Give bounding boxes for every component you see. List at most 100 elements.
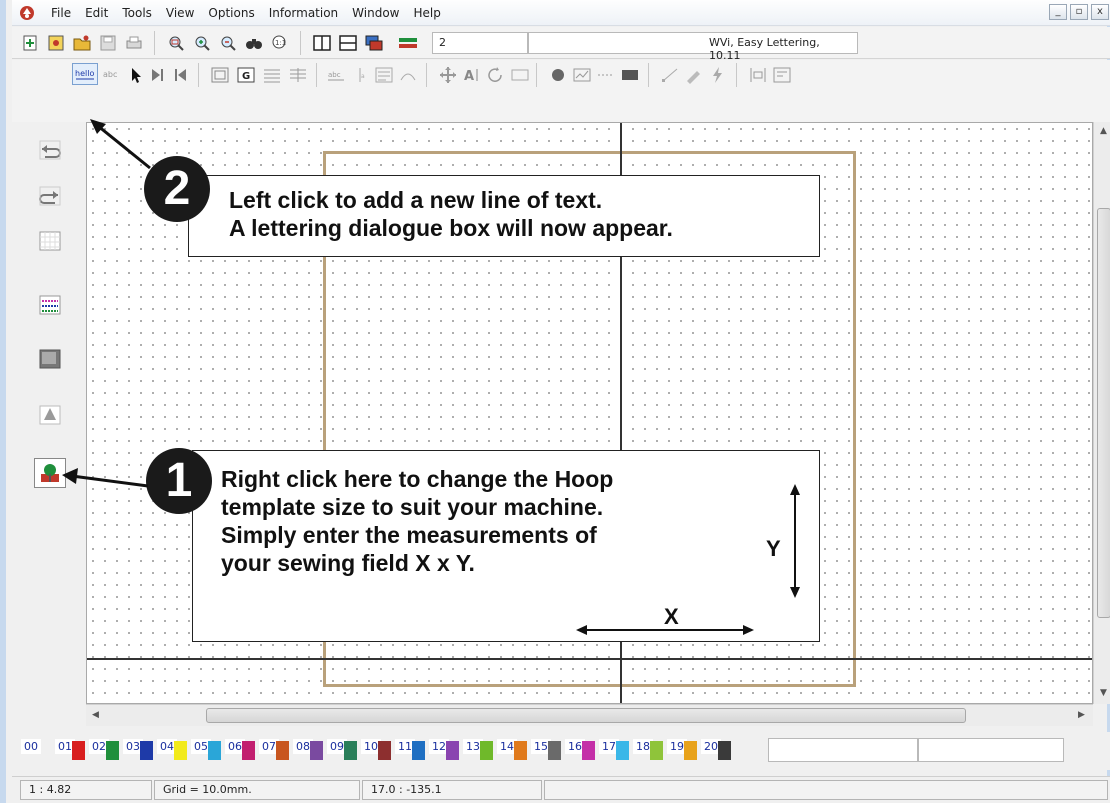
menu-window[interactable]: Window — [345, 6, 406, 20]
open-folder-icon[interactable] — [70, 31, 94, 55]
close-button[interactable]: x — [1091, 4, 1109, 20]
color-swatch-12[interactable]: 12 — [428, 738, 460, 762]
undo-icon[interactable] — [34, 134, 66, 164]
color-swatch-14[interactable]: 14 — [496, 738, 528, 762]
text-vertical-icon[interactable]: a — [348, 63, 372, 87]
zoom-in-icon[interactable] — [190, 31, 214, 55]
zoom-1-1-icon[interactable]: 1:1 — [268, 31, 292, 55]
text-box-icon[interactable] — [508, 63, 532, 87]
fill-block-icon[interactable] — [618, 63, 642, 87]
lightning-icon[interactable] — [706, 63, 730, 87]
menu-options[interactable]: Options — [201, 6, 261, 20]
svg-text:hello: hello — [75, 69, 94, 78]
text-baseline-icon[interactable]: abc — [324, 63, 348, 87]
hoop-bars-icon[interactable] — [396, 31, 420, 55]
scroll-up-icon[interactable]: ▲ — [1100, 126, 1107, 136]
open-design-icon[interactable] — [44, 31, 68, 55]
color-swatch-02[interactable]: 02 — [88, 738, 120, 762]
grid-g-icon[interactable]: G — [234, 63, 258, 87]
color-swatch-20[interactable]: 20 — [700, 738, 732, 762]
cascade-windows-icon[interactable] — [362, 31, 386, 55]
text-arc-icon[interactable] — [396, 63, 420, 87]
color-swatch-04[interactable]: 04 — [156, 738, 188, 762]
minimize-button[interactable]: _ — [1049, 4, 1067, 20]
frame-icon[interactable] — [208, 63, 232, 87]
color-swatch-09[interactable]: 09 — [326, 738, 358, 762]
color-swatch-05[interactable]: 05 — [190, 738, 222, 762]
play-prev-icon[interactable] — [168, 63, 192, 87]
scroll-right-icon[interactable]: ▶ — [1078, 710, 1085, 720]
stitch-simulator-icon[interactable] — [34, 290, 66, 320]
play-next-icon[interactable] — [146, 63, 170, 87]
menu-view[interactable]: View — [159, 6, 201, 20]
horizontal-scrollbar[interactable]: ◀ ▶ — [86, 704, 1093, 726]
grid-toggle-icon[interactable] — [34, 226, 66, 256]
add-text-line-icon[interactable]: hello — [72, 63, 98, 85]
menu-information[interactable]: Information — [262, 6, 345, 20]
hoop-settings-icon[interactable] — [34, 400, 66, 430]
redo-icon[interactable] — [34, 180, 66, 210]
callout-add-text-line1: Left click to add a new line of text. — [229, 187, 603, 213]
record-icon[interactable] — [546, 63, 570, 87]
color-swatch-label: 00 — [21, 739, 41, 754]
scroll-left-icon[interactable]: ◀ — [92, 710, 99, 720]
properties-icon[interactable] — [770, 63, 794, 87]
node-edit-icon[interactable] — [658, 63, 682, 87]
align-icon[interactable] — [746, 63, 770, 87]
view-split-horizontal-icon[interactable] — [336, 31, 360, 55]
edit-text-icon[interactable]: abc — [100, 63, 124, 87]
color-swatch-16[interactable]: 16 — [564, 738, 596, 762]
message-status — [544, 780, 1108, 800]
step-1-badge: 1 — [146, 448, 212, 514]
color-swatch-13[interactable]: 13 — [462, 738, 494, 762]
callout-hoop-size-line3: Simply enter the measurements of — [221, 522, 597, 548]
text-size-icon[interactable]: A — [460, 63, 484, 87]
svg-text:abc: abc — [328, 71, 341, 79]
view-split-vertical-icon[interactable] — [310, 31, 334, 55]
menu-tools[interactable]: Tools — [115, 6, 159, 20]
svg-text:1:1: 1:1 — [275, 39, 286, 47]
color-swatch-01[interactable]: 01 — [54, 738, 86, 762]
binoculars-icon[interactable] — [242, 31, 266, 55]
color-info-field-2 — [918, 738, 1064, 762]
color-swatch-18[interactable]: 18 — [632, 738, 664, 762]
color-swatch-17[interactable]: 17 — [598, 738, 630, 762]
new-file-icon[interactable] — [18, 31, 42, 55]
zoom-out-icon[interactable] — [216, 31, 240, 55]
lines-icon[interactable] — [260, 63, 284, 87]
stitch-count-field: 2 — [432, 32, 528, 54]
stitch-view-icon[interactable] — [570, 63, 594, 87]
menu-file[interactable]: File — [44, 6, 78, 20]
color-swatch-11[interactable]: 11 — [394, 738, 426, 762]
menu-help[interactable]: Help — [407, 6, 448, 20]
color-swatch-08[interactable]: 08 — [292, 738, 324, 762]
color-swatch-10[interactable]: 10 — [360, 738, 392, 762]
connect-line-icon[interactable] — [594, 63, 618, 87]
pen-edit-icon[interactable] — [682, 63, 706, 87]
vertical-scroll-thumb[interactable] — [1097, 208, 1110, 618]
color-swatch-00[interactable]: 00 — [20, 738, 52, 762]
print-icon[interactable] — [122, 31, 146, 55]
color-swatch-15[interactable]: 15 — [530, 738, 562, 762]
scroll-down-icon[interactable]: ▼ — [1100, 688, 1107, 698]
color-chip — [310, 741, 323, 760]
color-swatch-06[interactable]: 06 — [224, 738, 256, 762]
callout-hoop-size-line2: template size to suit your machine. — [221, 494, 604, 520]
menu-edit[interactable]: Edit — [78, 6, 115, 20]
color-swatch-07[interactable]: 07 — [258, 738, 290, 762]
vertical-scrollbar[interactable]: ▲ ▼ — [1093, 122, 1110, 704]
color-swatch-03[interactable]: 03 — [122, 738, 154, 762]
rotate-icon[interactable] — [484, 63, 508, 87]
background-icon[interactable] — [34, 344, 66, 374]
lines-alt-icon[interactable] — [286, 63, 310, 87]
color-swatch-19[interactable]: 19 — [666, 738, 698, 762]
center-horizontal-line — [87, 658, 1092, 660]
text-block-icon[interactable] — [372, 63, 396, 87]
hoop-template-icon[interactable] — [34, 458, 66, 488]
horizontal-scroll-thumb[interactable] — [206, 708, 966, 723]
select-arrow-icon[interactable] — [124, 63, 148, 87]
move-icon[interactable] — [436, 63, 460, 87]
maximize-button[interactable]: ▫ — [1070, 4, 1088, 20]
zoom-window-icon[interactable] — [164, 31, 188, 55]
save-icon[interactable] — [96, 31, 120, 55]
